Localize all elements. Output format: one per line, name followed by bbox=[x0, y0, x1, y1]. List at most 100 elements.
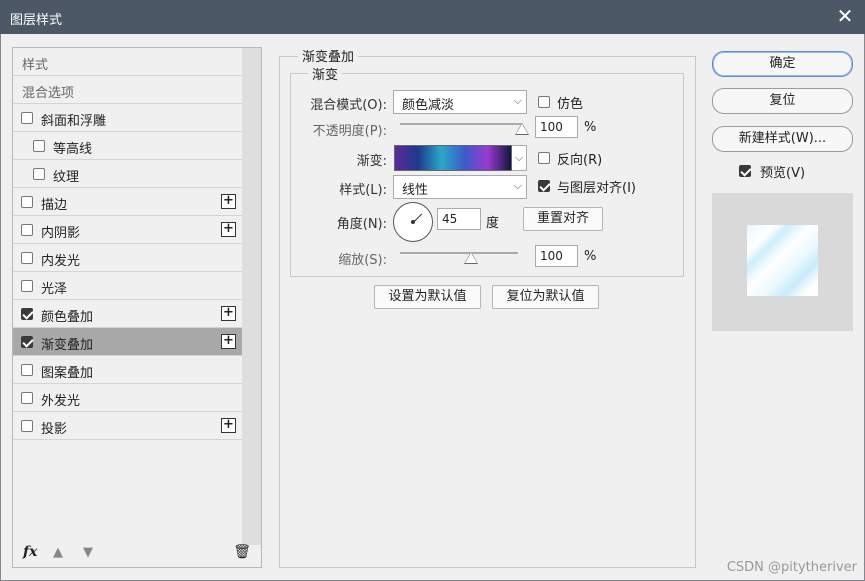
section-title: 渐变叠加 bbox=[298, 46, 359, 65]
style-item-checkbox[interactable] bbox=[21, 420, 33, 432]
scale-input[interactable]: 100 bbox=[535, 245, 578, 267]
style-list-item[interactable]: 颜色叠加 + bbox=[13, 300, 242, 328]
scale-slider[interactable] bbox=[400, 252, 518, 254]
style-label: 样式(L): bbox=[339, 183, 387, 198]
style-item-checkbox[interactable] bbox=[21, 364, 33, 376]
style-item-label: 混合选项 bbox=[22, 86, 75, 101]
fx-icon[interactable]: fx bbox=[23, 544, 37, 560]
style-item-checkbox[interactable] bbox=[21, 196, 33, 208]
style-item-checkbox[interactable] bbox=[21, 280, 33, 292]
add-icon[interactable]: + bbox=[221, 194, 236, 209]
opacity-input[interactable]: 100 bbox=[535, 116, 578, 138]
preview-checkbox[interactable] bbox=[739, 165, 751, 177]
style-item-checkbox[interactable] bbox=[21, 252, 33, 264]
angle-unit: 度 bbox=[486, 216, 500, 231]
ok-button[interactable]: 确定 bbox=[712, 51, 853, 77]
style-list-item[interactable]: 等高线 bbox=[13, 132, 242, 160]
add-icon[interactable]: + bbox=[221, 418, 236, 433]
style-value: 线性 bbox=[402, 183, 429, 198]
gradient-label: 渐变: bbox=[356, 154, 387, 169]
scale-label: 缩放(S): bbox=[338, 253, 387, 268]
style-list-item[interactable]: 样式 bbox=[13, 48, 242, 76]
blend-mode-select[interactable]: 颜色减淡 ⌵ bbox=[393, 90, 527, 114]
style-item-label: 投影 bbox=[41, 422, 68, 437]
angle-input[interactable]: 45 bbox=[437, 208, 481, 230]
set-default-button[interactable]: 设置为默认值 bbox=[374, 285, 481, 309]
style-list-item[interactable]: 描边 + bbox=[13, 188, 242, 216]
style-select[interactable]: 线性 ⌵ bbox=[393, 175, 527, 199]
dither-label: 仿色 bbox=[557, 97, 584, 112]
opacity-slider-thumb[interactable] bbox=[515, 123, 529, 135]
style-item-checkbox[interactable] bbox=[21, 392, 33, 404]
align-layer-label: 与图层对齐(I) bbox=[557, 181, 636, 196]
style-item-label: 斜面和浮雕 bbox=[41, 114, 107, 129]
style-item-label: 内阴影 bbox=[41, 226, 81, 241]
styles-toolbar: fx ▲ ▼ 🗑 bbox=[13, 541, 261, 567]
scale-unit: % bbox=[584, 249, 597, 264]
style-item-checkbox[interactable] bbox=[21, 112, 33, 124]
style-item-checkbox[interactable] bbox=[21, 224, 33, 236]
style-item-label: 等高线 bbox=[53, 142, 93, 157]
style-item-checkbox[interactable] bbox=[33, 168, 45, 180]
add-icon[interactable]: + bbox=[221, 334, 236, 349]
style-item-label: 样式 bbox=[22, 58, 49, 73]
chevron-down-icon: ⌵ bbox=[513, 179, 522, 192]
style-list-item[interactable]: 外发光 bbox=[13, 384, 242, 412]
add-icon[interactable]: + bbox=[221, 306, 236, 321]
style-item-label: 渐变叠加 bbox=[41, 338, 94, 353]
title-bar: 图层样式 ✕ bbox=[0, 0, 865, 34]
style-list-item[interactable]: 图案叠加 bbox=[13, 356, 242, 384]
style-item-label: 图案叠加 bbox=[41, 366, 94, 381]
style-item-label: 颜色叠加 bbox=[41, 310, 94, 325]
style-item-checkbox[interactable] bbox=[21, 336, 33, 348]
angle-dial-center bbox=[411, 220, 415, 224]
blend-mode-label: 混合模式(O): bbox=[310, 98, 387, 113]
style-item-checkbox[interactable] bbox=[33, 140, 45, 152]
angle-dial[interactable] bbox=[393, 202, 433, 242]
style-item-label: 纹理 bbox=[53, 170, 80, 185]
trash-icon[interactable]: 🗑 bbox=[233, 544, 251, 560]
reset-default-button[interactable]: 复位为默认值 bbox=[492, 285, 599, 309]
style-list-item[interactable]: 渐变叠加 + bbox=[13, 328, 242, 356]
align-layer-checkbox[interactable] bbox=[538, 180, 550, 192]
reset-button[interactable]: 复位 bbox=[712, 88, 853, 114]
style-item-label: 外发光 bbox=[41, 394, 81, 409]
style-list-item[interactable]: 混合选项 bbox=[13, 76, 242, 104]
gradient-dropdown-icon[interactable]: ⌵ bbox=[512, 145, 527, 171]
close-icon[interactable]: ✕ bbox=[833, 4, 857, 28]
opacity-slider[interactable] bbox=[400, 123, 522, 125]
scale-slider-thumb[interactable] bbox=[463, 252, 478, 264]
reverse-label: 反向(R) bbox=[557, 153, 603, 168]
style-list-item[interactable]: 内发光 bbox=[13, 244, 242, 272]
style-item-label: 描边 bbox=[41, 198, 68, 213]
style-item-checkbox[interactable] bbox=[21, 308, 33, 320]
style-preview bbox=[712, 193, 853, 331]
preview-swatch bbox=[747, 225, 818, 296]
preview-label: 预览(V) bbox=[760, 166, 806, 181]
arrow-up-icon[interactable]: ▲ bbox=[53, 545, 63, 560]
gradient-picker[interactable] bbox=[394, 145, 512, 171]
style-list-item[interactable]: 投影 + bbox=[13, 412, 242, 440]
group-title: 渐变 bbox=[308, 64, 343, 83]
new-style-button[interactable]: 新建样式(W)... bbox=[712, 126, 853, 152]
style-list-item[interactable]: 内阴影 + bbox=[13, 216, 242, 244]
reverse-checkbox[interactable] bbox=[538, 152, 550, 164]
style-list-item[interactable]: 斜面和浮雕 bbox=[13, 104, 242, 132]
style-item-label: 光泽 bbox=[41, 282, 68, 297]
angle-label: 角度(N): bbox=[336, 217, 387, 232]
watermark: CSDN @pitytheriver bbox=[726, 560, 857, 575]
reset-alignment-button[interactable]: 重置对齐 bbox=[523, 207, 603, 231]
scrollbar[interactable] bbox=[242, 48, 261, 545]
arrow-down-icon[interactable]: ▼ bbox=[83, 545, 93, 560]
chevron-down-icon: ⌵ bbox=[513, 94, 522, 107]
dither-checkbox[interactable] bbox=[538, 96, 550, 108]
style-item-label: 内发光 bbox=[41, 254, 81, 269]
style-list-item[interactable]: 纹理 bbox=[13, 160, 242, 188]
add-icon[interactable]: + bbox=[221, 222, 236, 237]
opacity-unit: % bbox=[584, 120, 597, 135]
window-title: 图层样式 bbox=[10, 13, 63, 28]
styles-list-panel: 样式混合选项斜面和浮雕等高线纹理描边 + 内阴影 + 内发光光泽颜色叠加 + 渐变叠加 + 图案… bbox=[12, 47, 262, 568]
blend-mode-value: 颜色减淡 bbox=[402, 98, 455, 113]
style-list-item[interactable]: 光泽 bbox=[13, 272, 242, 300]
opacity-label: 不透明度(P): bbox=[312, 124, 387, 139]
